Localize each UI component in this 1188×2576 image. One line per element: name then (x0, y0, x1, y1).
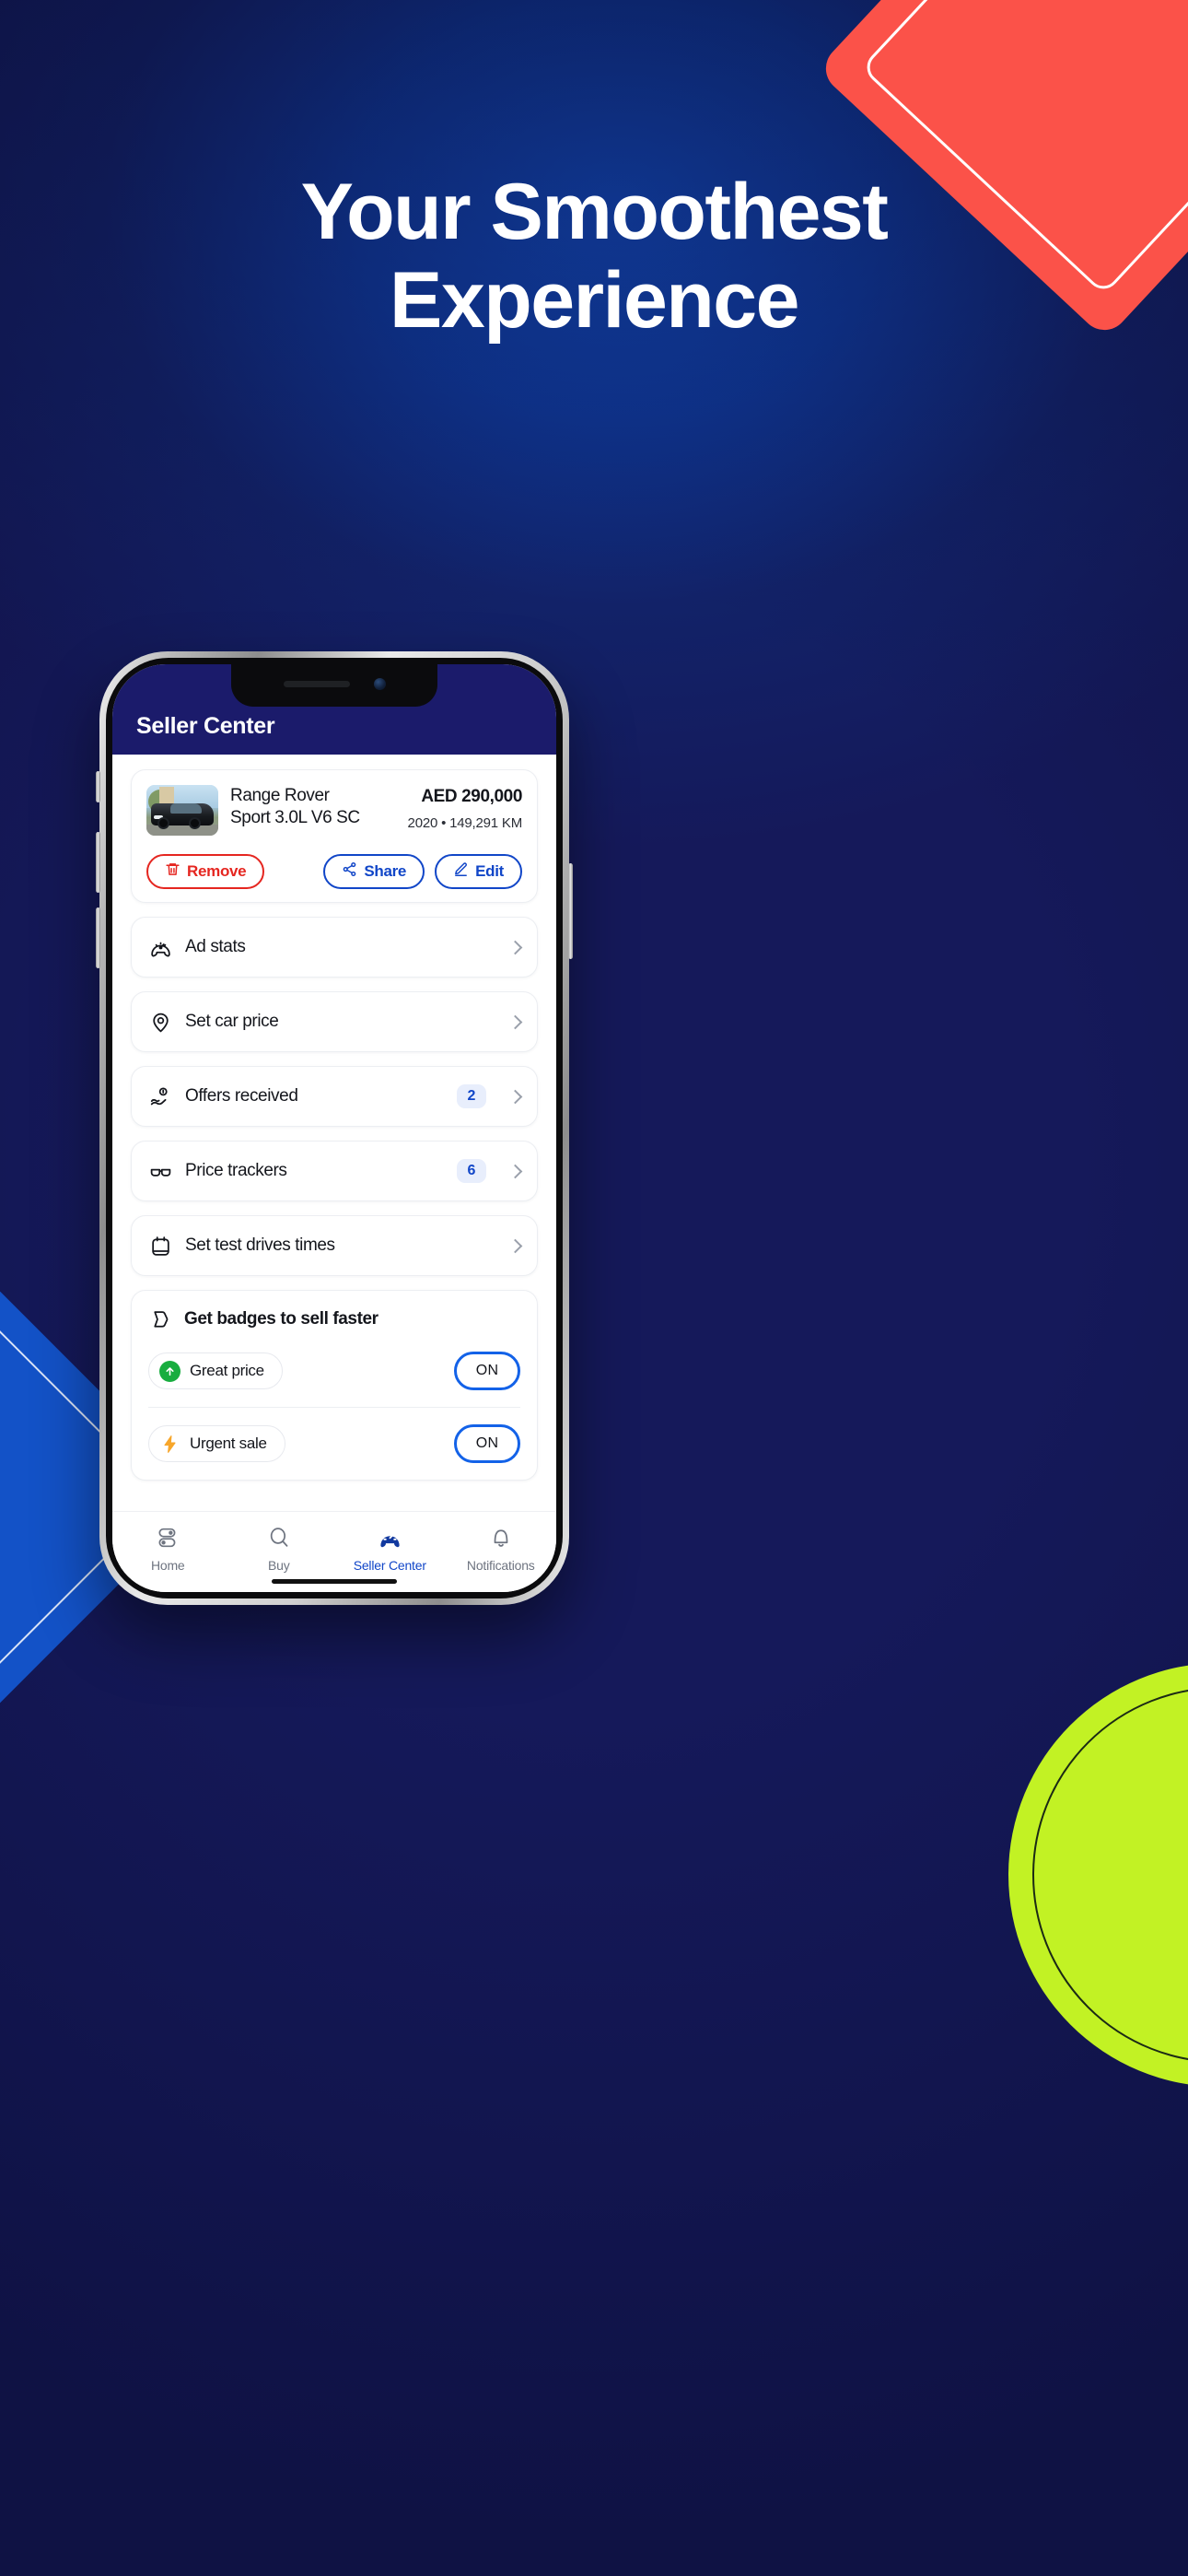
listing-title: Range Rover Sport 3.0L V6 SC (230, 785, 396, 830)
listing-actions: Remove Share Edit (146, 854, 522, 889)
arrow-up-circle-icon (159, 1360, 181, 1382)
toggles-icon (156, 1524, 180, 1551)
share-icon (342, 861, 357, 882)
badge-label: Urgent sale (190, 1434, 267, 1452)
listing-title-block: Range Rover Sport 3.0L V6 SC (230, 785, 396, 830)
menu-item-label: Set test drives times (185, 1235, 335, 1255)
badge-label: Great price (190, 1362, 264, 1379)
search-icon (267, 1524, 291, 1551)
listing-price: AED 290,000 (421, 787, 522, 806)
badge-toggle-great-price[interactable]: ON (454, 1352, 520, 1390)
badge-row-urgent-sale: Urgent sale ON (148, 1407, 520, 1480)
listing-title-line2: Sport 3.0L V6 SC (230, 808, 360, 828)
home-indicator (272, 1579, 397, 1584)
share-button-label: Share (364, 862, 407, 880)
badge-toggle-urgent-sale[interactable]: ON (454, 1424, 520, 1463)
tab-notifications[interactable]: Notifications (446, 1524, 557, 1573)
badges-card: Get badges to sell faster Great price ON (131, 1290, 538, 1481)
glasses-icon (148, 1159, 172, 1183)
chevron-right-icon (507, 1164, 523, 1178)
menu-item-label: Price trackers (185, 1161, 287, 1180)
bell-icon (489, 1524, 513, 1551)
phone-volume-up[interactable] (96, 832, 100, 893)
listing-meta: 2020 • 149,291 KM (407, 815, 523, 831)
gauge-filled-icon (378, 1524, 402, 1551)
chevron-right-icon (507, 1089, 523, 1104)
listing-card[interactable]: Range Rover Sport 3.0L V6 SC AED 290,000… (131, 769, 538, 903)
lightning-icon (159, 1434, 181, 1455)
menu-item-ad-stats[interactable]: Ad stats (131, 917, 538, 978)
phone-notch (231, 664, 437, 707)
pencil-icon (453, 861, 469, 882)
menu-item-set-car-price[interactable]: Set car price (131, 991, 538, 1052)
menu-item-label: Ad stats (185, 937, 246, 956)
phone-mute-switch[interactable] (96, 771, 100, 802)
menu-item-price-trackers[interactable]: Price trackers 6 (131, 1141, 538, 1201)
chevron-right-icon (507, 940, 523, 954)
tab-label: Seller Center (353, 1558, 426, 1573)
listing-summary: Range Rover Sport 3.0L V6 SC AED 290,000… (146, 785, 522, 836)
phone-power-button[interactable] (568, 863, 573, 959)
badge-tag-icon (148, 1307, 172, 1331)
tab-label: Buy (267, 1558, 290, 1573)
menu-item-count-badge: 2 (457, 1084, 486, 1108)
hero-headline: Your Smoothest Experience (0, 168, 1188, 345)
badge-chip[interactable]: Urgent sale (148, 1425, 285, 1462)
tab-seller-center[interactable]: Seller Center (334, 1524, 446, 1573)
edit-button[interactable]: Edit (435, 854, 522, 889)
page-title: Seller Center (136, 713, 275, 739)
tab-label: Notifications (466, 1558, 535, 1573)
badges-header: Get badges to sell faster (148, 1307, 520, 1331)
menu-item-offers-received[interactable]: Offers received 2 (131, 1066, 538, 1127)
share-button[interactable]: Share (323, 854, 425, 889)
menu-item-label: Offers received (185, 1086, 298, 1106)
gauge-icon (148, 935, 172, 959)
remove-button-label: Remove (187, 862, 247, 880)
phone-volume-down[interactable] (96, 907, 100, 968)
hero-headline-line2: Experience (390, 256, 799, 345)
listing-title-line1: Range Rover (230, 786, 330, 805)
listing-price-block: AED 290,000 2020 • 149,291 KM (407, 785, 523, 831)
menu-item-test-drive-times[interactable]: Set test drives times (131, 1215, 538, 1276)
app-content: Range Rover Sport 3.0L V6 SC AED 290,000… (112, 755, 556, 1511)
edit-button-label: Edit (475, 862, 504, 880)
car-photo-thumbnail[interactable] (146, 785, 218, 836)
tab-home[interactable]: Home (112, 1524, 224, 1573)
calendar-icon (148, 1234, 172, 1258)
badge-chip[interactable]: Great price (148, 1352, 283, 1389)
badge-row-great-price: Great price ON (148, 1352, 520, 1407)
pin-tag-icon (148, 1010, 172, 1034)
chevron-right-icon (507, 1238, 523, 1253)
tab-label: Home (150, 1558, 185, 1573)
trash-icon (165, 861, 181, 882)
remove-button[interactable]: Remove (146, 854, 265, 889)
chevron-right-icon (507, 1014, 523, 1029)
front-camera-icon (373, 677, 386, 690)
phone-screen: Seller Center Range Rover Sport 3.0L V6 … (112, 664, 556, 1592)
badges-title: Get badges to sell faster (184, 1309, 379, 1329)
tab-buy[interactable]: Buy (224, 1524, 335, 1573)
phone-mockup: Seller Center Range Rover Sport 3.0L V6 … (96, 651, 573, 1605)
hand-offer-icon (148, 1084, 172, 1108)
menu-item-count-badge: 6 (457, 1159, 486, 1183)
earpiece-speaker (283, 680, 350, 687)
hero-headline-line1: Your Smoothest (300, 168, 889, 256)
menu-item-label: Set car price (185, 1012, 279, 1031)
